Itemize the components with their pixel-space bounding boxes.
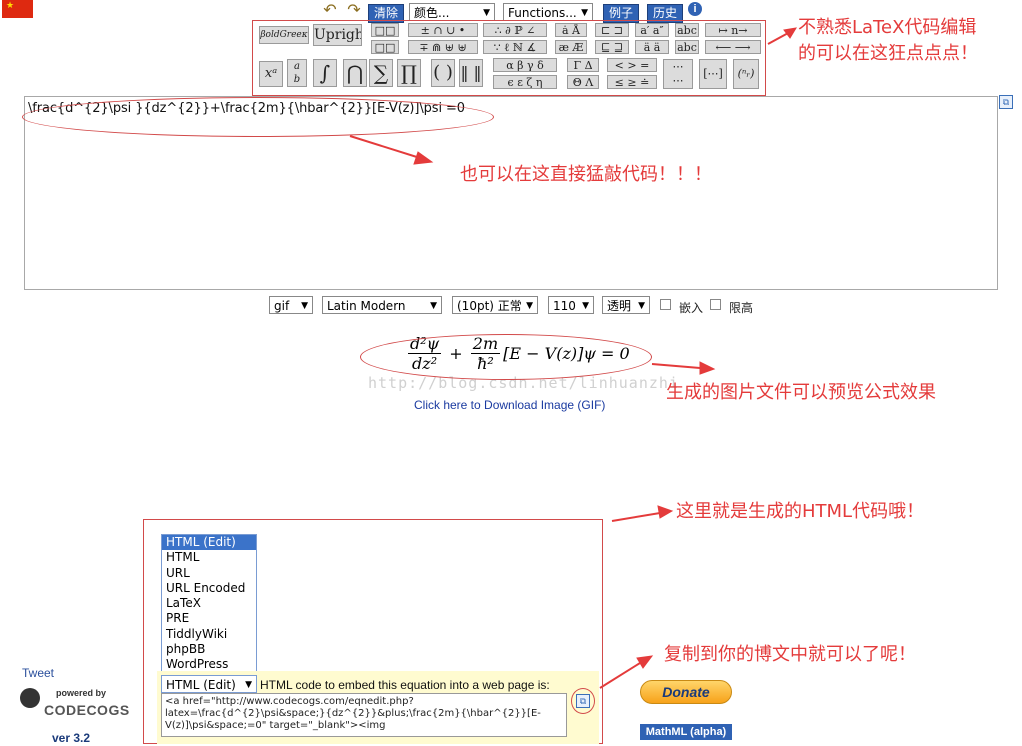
version-label: ver 3.2: [52, 731, 91, 745]
embed-label: HTML code to embed this equation into a …: [260, 678, 550, 692]
annotation-palette-line2: 的可以在这狂点点点！: [798, 43, 978, 64]
donate-button[interactable]: Donate: [640, 680, 732, 704]
chevron-down-icon: ▼: [526, 301, 533, 311]
background-select-value: 透明: [607, 299, 632, 313]
chevron-down-icon: ▼: [245, 680, 252, 690]
list-item[interactable]: URL: [162, 566, 256, 581]
inline-checkbox[interactable]: [660, 299, 671, 310]
list-item[interactable]: HTML: [162, 550, 256, 565]
download-image-link[interactable]: Click here to Download Image (GIF): [414, 398, 605, 412]
embed-code-textarea[interactable]: <a href="http://www.codecogs.com/eqnedit…: [161, 693, 567, 737]
inline-label: 嵌入: [679, 301, 704, 315]
annotation-palette-line1: 不熟悉LaTeX代码编辑: [798, 17, 977, 38]
format-select-value: gif: [274, 299, 290, 313]
copy-code-icon[interactable]: ⧉: [576, 694, 590, 708]
font-select-value: Latin Modern: [327, 299, 406, 313]
chevron-down-icon: ▼: [430, 301, 437, 311]
annotation-preview: 生成的图片文件可以预览公式效果: [666, 382, 936, 403]
compressed-checkbox[interactable]: [710, 299, 721, 310]
font-select[interactable]: Latin Modern ▼: [322, 296, 442, 314]
chevron-down-icon: ▼: [301, 301, 308, 311]
annotation-copy: 复制到你的博文中就可以了呢！: [664, 644, 916, 665]
chevron-down-icon: ▼: [638, 301, 645, 311]
size-select[interactable]: (10pt) 正常 ▼: [452, 296, 538, 314]
dpi-select[interactable]: 110 ▼: [548, 296, 594, 314]
annotation-editor: 也可以在这直接猛敲代码！！！: [460, 164, 712, 185]
list-item[interactable]: TiddlyWiki: [162, 627, 256, 642]
chevron-down-icon: ▼: [582, 301, 589, 311]
output-format-select-value: HTML (Edit): [166, 678, 236, 692]
mathml-button[interactable]: MathML (alpha): [640, 724, 732, 740]
list-item[interactable]: URL Encoded: [162, 581, 256, 596]
list-item[interactable]: PRE: [162, 611, 256, 626]
powered-by-label: powered by: [56, 688, 107, 698]
preview-highlight-ellipse: [360, 334, 652, 380]
annotation-html-code: 这里就是生成的HTML代码哦！: [676, 501, 925, 522]
list-item[interactable]: phpBB: [162, 642, 256, 657]
output-format-list[interactable]: HTML (Edit) HTML URL URL Encoded LaTeX P…: [161, 534, 257, 676]
list-item[interactable]: LaTeX: [162, 596, 256, 611]
output-format-select[interactable]: HTML (Edit) ▼: [161, 675, 257, 693]
format-select[interactable]: gif ▼: [269, 296, 313, 314]
compressed-label: 限高: [729, 301, 754, 315]
codecogs-gear-icon: [20, 688, 40, 708]
background-select[interactable]: 透明 ▼: [602, 296, 650, 314]
codecogs-logo[interactable]: CODECOGS: [44, 702, 130, 718]
dpi-select-value: 110: [553, 299, 576, 313]
size-select-value: (10pt) 正常: [457, 299, 522, 313]
tweet-link[interactable]: Tweet: [22, 666, 54, 680]
list-item[interactable]: HTML (Edit): [162, 535, 256, 551]
